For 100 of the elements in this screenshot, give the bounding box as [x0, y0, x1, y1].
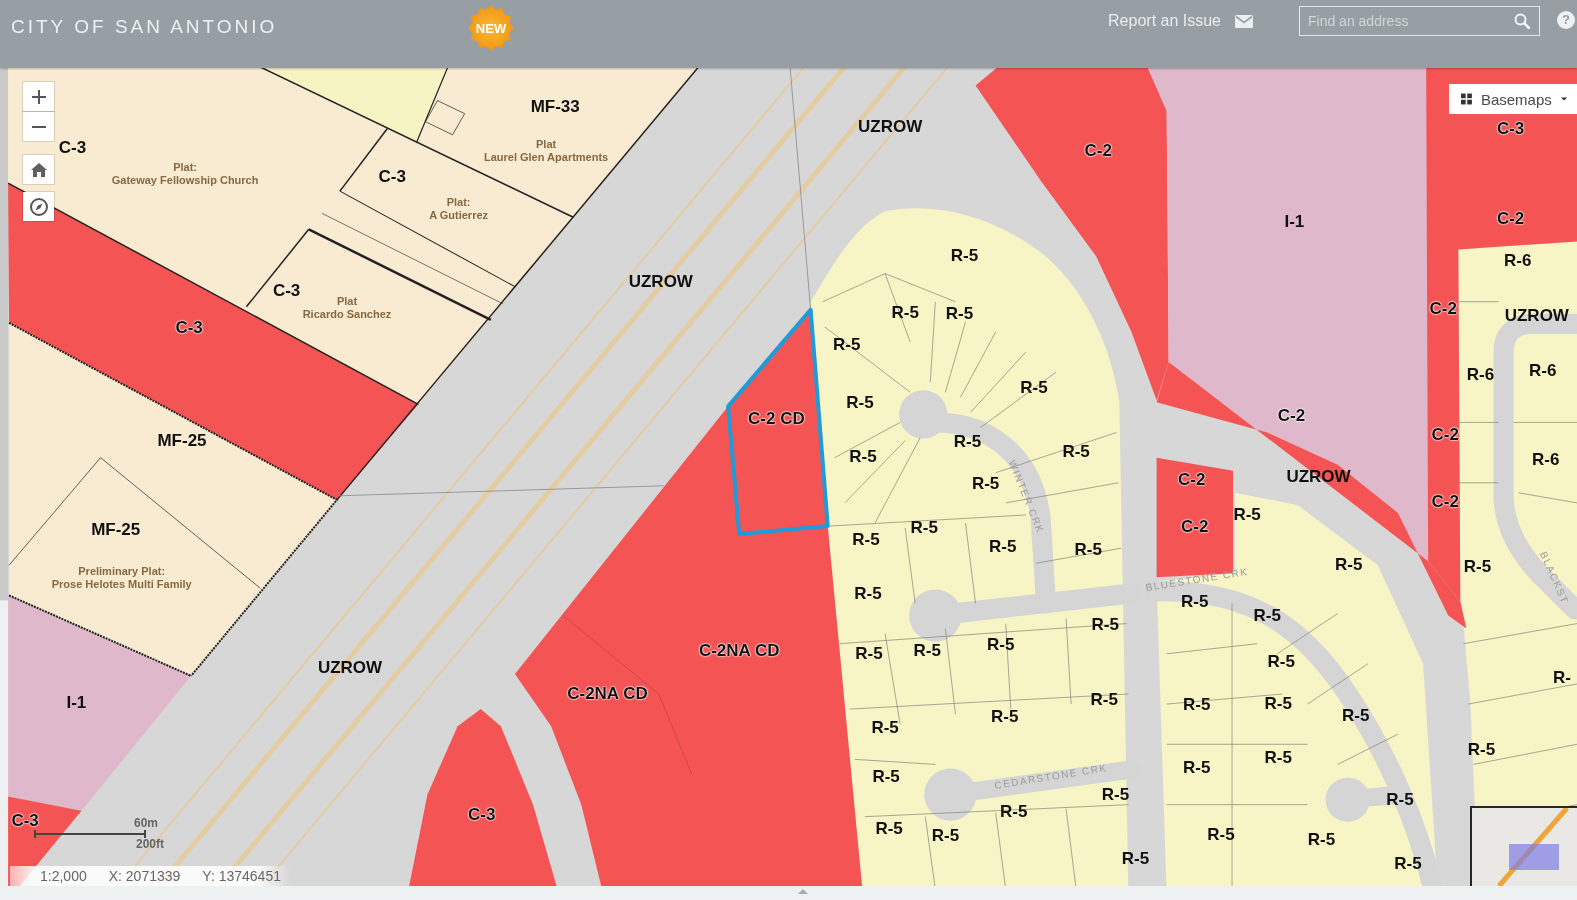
zoning-label: R-5 — [871, 718, 899, 736]
zoning-label: UZROW — [628, 272, 693, 290]
cul-de-sac — [909, 589, 962, 642]
zoning-label: R-5 — [1264, 694, 1292, 712]
zoning-label: C-3 — [58, 138, 87, 156]
zoning-label: UZROW — [1504, 306, 1569, 324]
zoning-label: MF-33 — [530, 97, 580, 115]
zoning-label: C-3 — [175, 318, 203, 336]
zoning-label: R-5 — [1335, 555, 1363, 573]
locate-button[interactable] — [23, 192, 54, 221]
site-title: CITY OF SAN ANTONIO — [11, 16, 278, 37]
zoning-label: C-3 — [468, 805, 496, 823]
zoning-label: C-2 — [1431, 425, 1459, 442]
view-extent-indicator — [1509, 844, 1559, 870]
zoning-label: R-5 — [1386, 790, 1414, 808]
help-button[interactable]: ? — [1557, 11, 1575, 29]
selected-parcel-outline[interactable] — [726, 307, 830, 537]
zoning-label: R-5 — [855, 644, 883, 662]
compass-icon — [29, 197, 48, 216]
zoning-label: R-5 — [1467, 740, 1496, 758]
zoom-in-button[interactable] — [23, 82, 54, 111]
zoning-label: R-5 — [910, 518, 938, 536]
zoning-label: UZROW — [858, 117, 923, 135]
zoning-label: R-5 — [1233, 505, 1261, 523]
zoning-label: R-5 — [971, 474, 1000, 492]
zoning-label: R-5 — [891, 303, 919, 321]
overview-map[interactable] — [1470, 806, 1577, 886]
zoning-label: R-5 — [1207, 825, 1235, 843]
map-scale: 1:2,000 — [40, 868, 87, 884]
plat-label: Preliminary Plat: Prose Helotes Multi Family — [51, 565, 192, 592]
zoning-label: R-5 — [1090, 690, 1118, 708]
zoning-label: R- — [1552, 668, 1571, 686]
x-coordinate: X: 2071339 — [108, 868, 181, 884]
zoning-label: C-3 — [272, 281, 301, 299]
zoom-out-button[interactable] — [23, 112, 54, 141]
zoning-label: R-5 — [1307, 830, 1336, 848]
scale-label: 60m — [133, 817, 158, 830]
zoning-label: R-6 — [1504, 251, 1532, 268]
home-icon — [30, 162, 47, 177]
zoning-label: R-5 — [854, 584, 882, 602]
y-coordinate: Y: 13746451 — [202, 868, 281, 884]
zoning-label: R-5 — [849, 447, 877, 465]
scale-label: 200ft — [136, 838, 164, 851]
zoning-label: R-5 — [1463, 557, 1492, 575]
zoning-label: R-5 — [1183, 758, 1211, 776]
zoning-label: C-2NA CD — [698, 641, 780, 659]
zoning-label: UZROW — [1286, 467, 1351, 485]
grid-icon — [1461, 92, 1472, 106]
zoning-label: R-5 — [913, 641, 941, 659]
zoning-label: R-6 — [1529, 361, 1557, 379]
caret-icon — [1560, 97, 1567, 101]
zoning-label: R-5 — [846, 393, 874, 411]
zoning-label: R-5 — [1267, 652, 1295, 670]
zoning-label: R-5 — [1121, 849, 1150, 867]
envelope-icon — [1235, 14, 1253, 28]
cul-de-sac — [1325, 777, 1370, 822]
zoning-label: C-2 — [1084, 141, 1112, 159]
zoning-label: C-2 — [1429, 299, 1457, 317]
zoning-label: R-5 — [945, 304, 974, 322]
zoning-label: R-5 — [950, 246, 979, 263]
cul-de-sac — [899, 390, 948, 439]
search-field[interactable]: Find an address — [1299, 6, 1540, 36]
home-button[interactable] — [23, 155, 54, 184]
zoning-label: MF-25 — [157, 431, 207, 448]
zoning-label: R-5 — [1253, 606, 1281, 623]
zoning-label: R-5 — [989, 537, 1017, 555]
zoning-label: R-5 — [987, 635, 1015, 653]
new-badge[interactable]: NEW — [468, 5, 514, 51]
zoning-label: R-5 — [833, 335, 861, 353]
plus-icon — [31, 89, 46, 104]
zoning-label: R-6 — [1466, 365, 1495, 383]
zoning-label: R-5 — [991, 707, 1019, 725]
zoning-label: C-2 — [1431, 492, 1459, 510]
zoning-label: R-5 — [1074, 540, 1102, 558]
zoning-label: C-2 — [1178, 470, 1206, 488]
zoning-label: R-5 — [1181, 592, 1209, 610]
zoning-label: R-5 — [1342, 706, 1370, 724]
zoning-label: C-3 — [1496, 119, 1525, 137]
zoning-label: C-2 CD — [748, 409, 805, 427]
plat-label: Plat: Gateway Fellowship Church — [111, 161, 259, 187]
zoning-label: R-5 — [852, 530, 880, 548]
zoning-label: I-1 — [66, 693, 87, 711]
zoning-label: R-6 — [1532, 450, 1560, 468]
zoning-label: R-5 — [953, 432, 982, 449]
zoning-label: R-5 — [1091, 615, 1119, 633]
zoning-label: R-5 — [1264, 748, 1292, 766]
zoning-label: R-5 — [931, 826, 960, 844]
report-issue-link[interactable]: Report an Issue — [1108, 11, 1253, 31]
basemaps-button[interactable]: Basemaps — [1449, 84, 1577, 114]
zoning-label: C-3 — [11, 811, 39, 829]
zoning-label: R-5 — [1020, 378, 1048, 396]
zoning-label: R-5 — [875, 819, 903, 837]
zoning-label: I-1 — [1284, 212, 1305, 230]
zoning-label: R-5 — [1101, 785, 1130, 802]
zoning-label: R-5 — [1000, 802, 1028, 820]
zoning-label: UZROW — [317, 658, 383, 676]
zoning-label: C-2 — [1496, 209, 1525, 227]
minus-icon — [31, 125, 46, 128]
zoning-label: C-2 — [1277, 406, 1306, 424]
zoning-label: MF-25 — [91, 520, 141, 538]
